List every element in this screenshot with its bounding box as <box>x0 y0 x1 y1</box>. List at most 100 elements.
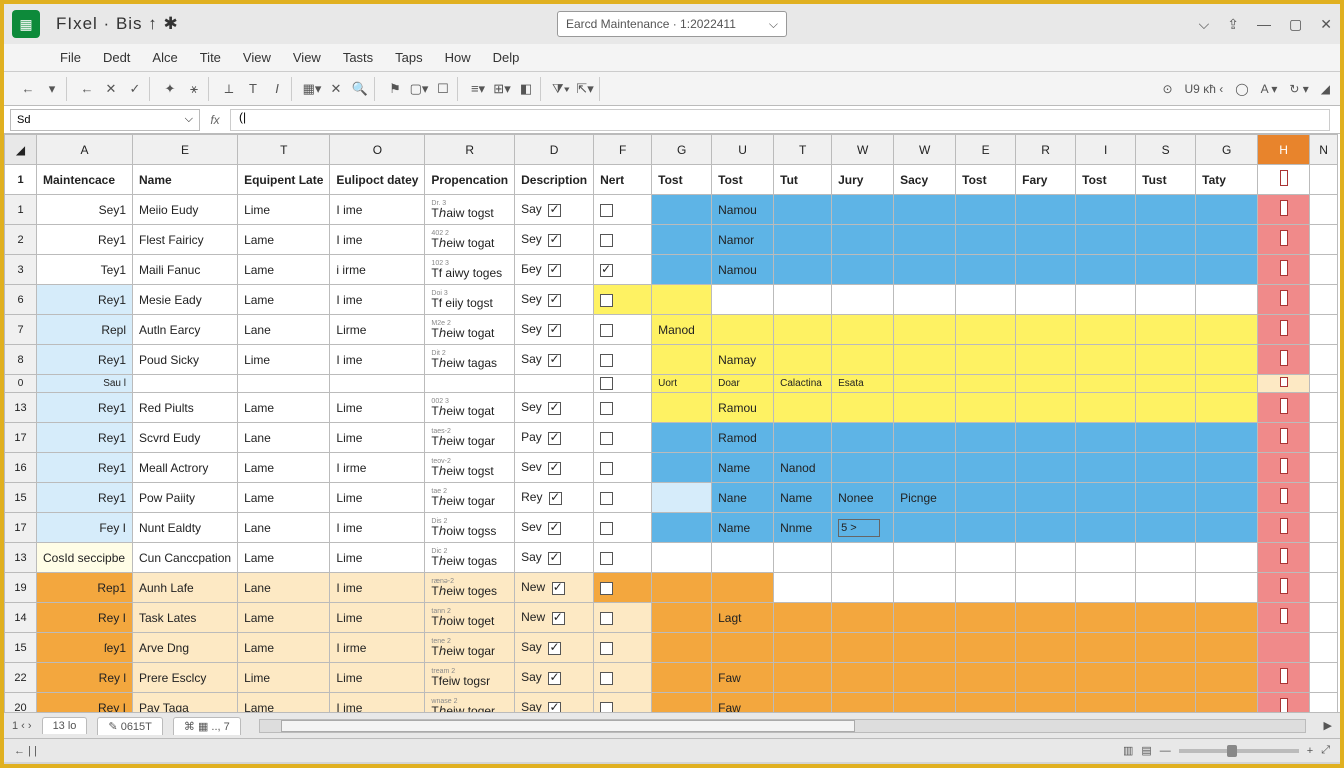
cell[interactable]: Rey1 <box>37 393 133 423</box>
cell[interactable] <box>594 693 652 713</box>
checkbox[interactable] <box>548 462 561 475</box>
indicator-cell[interactable] <box>1258 393 1310 423</box>
cell[interactable] <box>1016 393 1076 423</box>
col-header-G[interactable]: G <box>652 135 712 165</box>
cell[interactable] <box>1196 285 1258 315</box>
cell[interactable]: Lame <box>238 693 330 713</box>
cell[interactable] <box>1076 603 1136 633</box>
header-cell[interactable]: Maintencace <box>37 165 133 195</box>
cell[interactable] <box>712 543 774 573</box>
cell[interactable] <box>894 195 956 225</box>
cell[interactable] <box>894 543 956 573</box>
cell[interactable] <box>774 393 832 423</box>
cell[interactable] <box>1196 693 1258 713</box>
cell[interactable] <box>1310 195 1338 225</box>
row-header[interactable]: 13 <box>5 543 37 573</box>
cell[interactable] <box>1196 663 1258 693</box>
cell[interactable]: Sey <box>515 315 594 345</box>
cell[interactable] <box>894 423 956 453</box>
undo-icon[interactable]: ← <box>79 81 95 97</box>
cell[interactable] <box>1196 603 1258 633</box>
zoom-out-icon[interactable]: — <box>1160 745 1171 757</box>
row-header[interactable]: 15 <box>5 633 37 663</box>
table-row[interactable]: 6Rey1Mesie EadyLameI imeDoi 3Tf eiiy tog… <box>5 285 1338 315</box>
row-header[interactable]: 1 <box>5 195 37 225</box>
color-icon[interactable]: ◧ <box>518 81 534 97</box>
cell[interactable]: Lane <box>238 573 330 603</box>
cell[interactable] <box>1136 285 1196 315</box>
checkbox[interactable] <box>600 522 613 535</box>
cell[interactable] <box>1076 573 1136 603</box>
cell[interactable] <box>956 195 1016 225</box>
table-row[interactable]: 22Rey lPrere EsclcyLimeLimetream 2Tfeiw … <box>5 663 1338 693</box>
cell[interactable] <box>832 453 894 483</box>
checkbox[interactable] <box>600 462 613 475</box>
cell[interactable] <box>832 663 894 693</box>
cell[interactable] <box>956 225 1016 255</box>
cell[interactable]: Pay <box>515 423 594 453</box>
cell[interactable] <box>956 453 1016 483</box>
cell[interactable]: Rey I <box>37 603 133 633</box>
cell[interactable]: tene 2Tℎeiw togar <box>425 633 515 663</box>
cell[interactable] <box>1076 225 1136 255</box>
cell[interactable] <box>774 543 832 573</box>
col-header-O[interactable]: O <box>330 135 425 165</box>
col-header-W[interactable]: W <box>894 135 956 165</box>
cell[interactable] <box>594 543 652 573</box>
cell[interactable]: Namou <box>712 255 774 285</box>
cell[interactable] <box>1196 633 1258 663</box>
view-page-icon[interactable]: ▤ <box>1141 744 1151 757</box>
col-header-F[interactable]: F <box>594 135 652 165</box>
flag-icon[interactable]: ⚑ <box>387 81 403 97</box>
menu-file[interactable]: File <box>60 50 81 65</box>
cell[interactable] <box>894 603 956 633</box>
header-cell[interactable]: Taty <box>1196 165 1258 195</box>
indicator-cell[interactable] <box>1258 423 1310 453</box>
row-header[interactable]: 7 <box>5 315 37 345</box>
cell[interactable] <box>1016 315 1076 345</box>
col-header-W[interactable]: W <box>832 135 894 165</box>
indicator-cell[interactable] <box>1258 345 1310 375</box>
header-cell[interactable]: Nert <box>594 165 652 195</box>
cell[interactable]: Task Lates <box>133 603 238 633</box>
cell[interactable] <box>594 663 652 693</box>
cell[interactable] <box>894 663 956 693</box>
cell[interactable] <box>832 255 894 285</box>
header-cell[interactable]: Tost <box>652 165 712 195</box>
checkbox[interactable] <box>548 234 561 247</box>
cell[interactable]: Aunh Lafe <box>133 573 238 603</box>
menu-dedt[interactable]: Dedt <box>103 50 130 65</box>
cell[interactable]: Dr. 3Tℎaiw togst <box>425 195 515 225</box>
cell[interactable]: Lame <box>238 285 330 315</box>
header-cell[interactable]: Jury <box>832 165 894 195</box>
cell[interactable]: Nunt Ealdty <box>133 513 238 543</box>
cell[interactable]: Lime <box>330 423 425 453</box>
cell[interactable] <box>1016 693 1076 713</box>
cell[interactable] <box>1136 633 1196 663</box>
cell[interactable] <box>1310 315 1338 345</box>
cell[interactable]: Lirme <box>330 315 425 345</box>
cell[interactable] <box>1196 573 1258 603</box>
cell[interactable] <box>712 285 774 315</box>
cell[interactable]: Meall Actrory <box>133 453 238 483</box>
cell[interactable] <box>1196 255 1258 285</box>
cell[interactable]: Sey <box>515 393 594 423</box>
cell[interactable] <box>594 483 652 513</box>
table-row[interactable]: 13Rey1Red PiultsLameLime002 3Tℎeiw togat… <box>5 393 1338 423</box>
cell[interactable] <box>652 513 712 543</box>
horizontal-scrollbar[interactable] <box>259 719 1306 733</box>
indicator-cell[interactable] <box>1258 255 1310 285</box>
maximize-icon[interactable]: ▢ <box>1289 16 1302 33</box>
row-header[interactable]: 20 <box>5 693 37 713</box>
cell[interactable]: Name <box>774 483 832 513</box>
header-cell[interactable]: Tost <box>1076 165 1136 195</box>
col-header-I[interactable]: I <box>1076 135 1136 165</box>
cell[interactable]: Sev <box>515 513 594 543</box>
cell[interactable] <box>832 633 894 663</box>
cell[interactable]: Lame <box>238 633 330 663</box>
cell[interactable]: Lame <box>238 255 330 285</box>
cell[interactable] <box>1310 423 1338 453</box>
cell[interactable]: I ime <box>330 195 425 225</box>
cell[interactable] <box>832 393 894 423</box>
cell[interactable]: Rey1 <box>37 483 133 513</box>
